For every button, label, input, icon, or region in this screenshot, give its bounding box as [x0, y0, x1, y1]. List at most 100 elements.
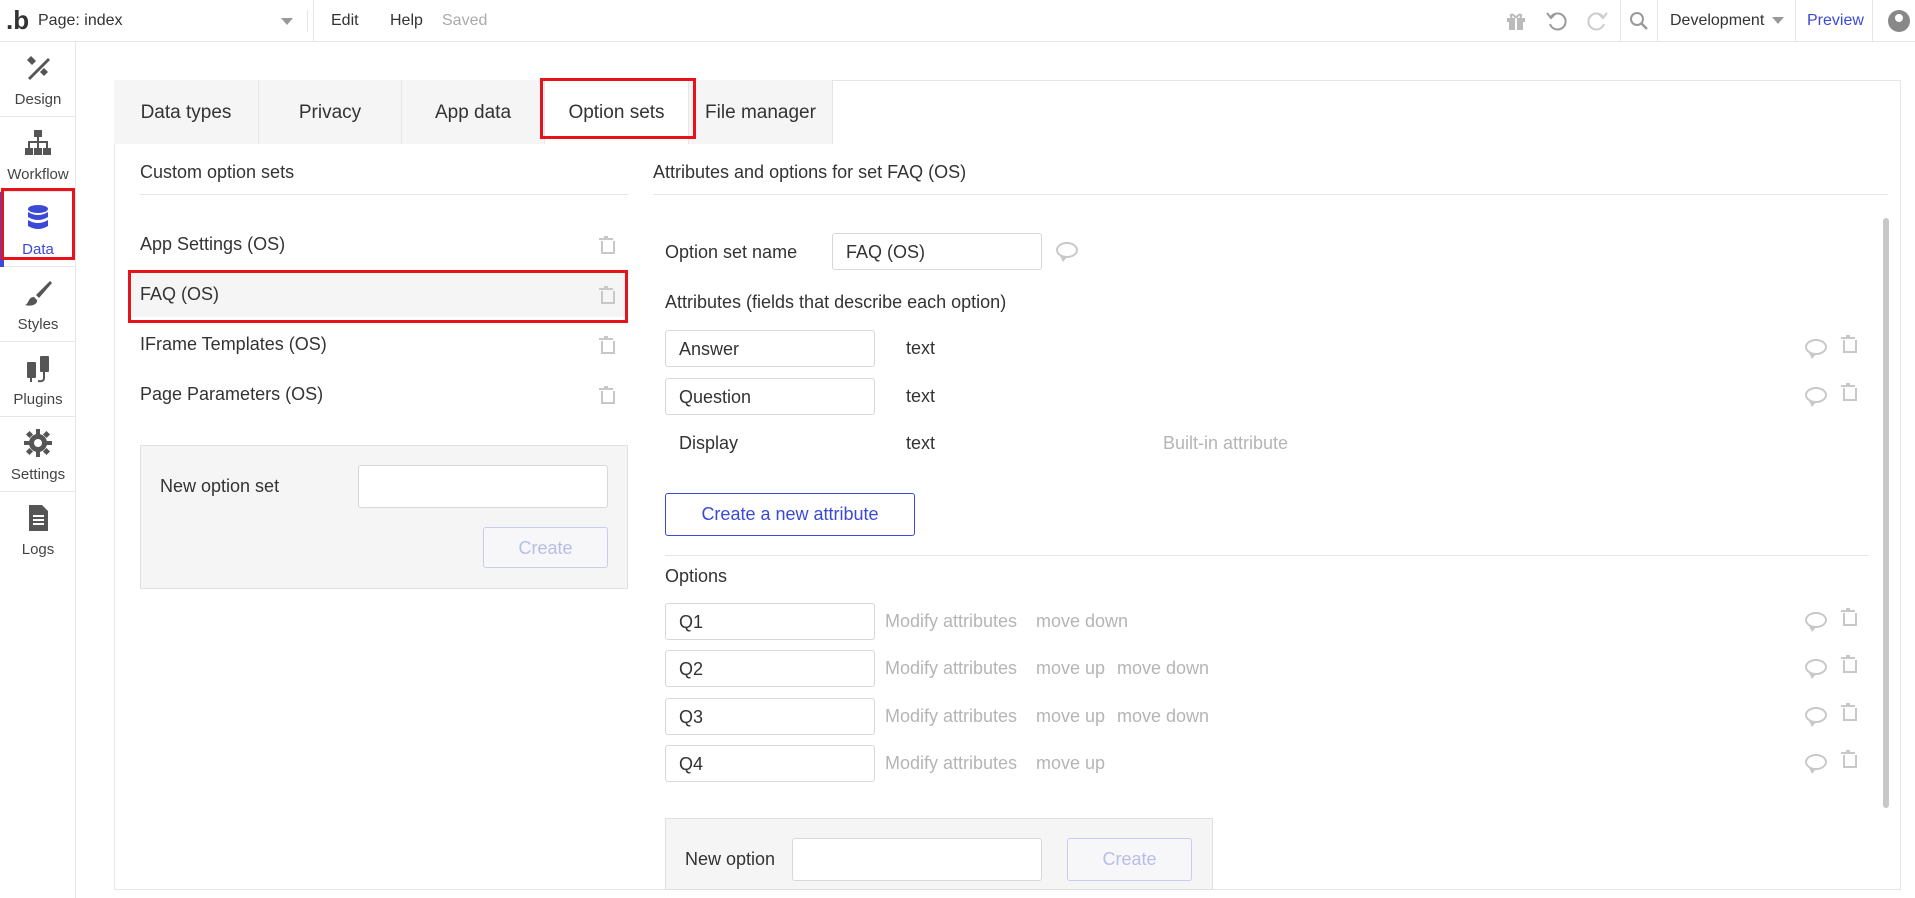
modify-attributes-link[interactable]: Modify attributes: [885, 658, 1017, 679]
option-set-item[interactable]: Page Parameters (OS): [132, 371, 626, 417]
comment-icon[interactable]: [1805, 612, 1827, 632]
trash-icon[interactable]: [1841, 335, 1857, 353]
search-icon[interactable]: [1627, 9, 1651, 33]
gift-icon[interactable]: [1504, 9, 1528, 33]
modify-attributes-link[interactable]: Modify attributes: [885, 753, 1017, 774]
create-attribute-button[interactable]: Create a new attribute: [665, 493, 915, 536]
brush-icon: [22, 277, 54, 309]
trash-icon[interactable]: [599, 386, 615, 404]
trash-icon[interactable]: [1841, 383, 1857, 401]
attribute-type: text: [906, 433, 936, 453]
divider: [140, 194, 628, 195]
new-option-set-label: New option set: [160, 476, 280, 496]
option-name-input[interactable]: Q4: [665, 745, 875, 782]
page-selector[interactable]: Page: index: [38, 10, 308, 32]
left-sidebar: Design Workflow Data Styles Plugins Sett…: [0, 42, 76, 898]
sidebar-item-workflow[interactable]: Workflow: [0, 117, 76, 192]
user-avatar-icon[interactable]: [1888, 10, 1910, 32]
divider: [665, 555, 1868, 556]
trash-icon[interactable]: [599, 236, 615, 254]
create-option-set-button[interactable]: Create: [483, 527, 608, 568]
move-up-link[interactable]: move up: [1036, 706, 1105, 727]
option-set-name-input[interactable]: FAQ (OS): [832, 233, 1042, 270]
comment-icon[interactable]: [1805, 339, 1827, 359]
attributes-title: Attributes and options for set FAQ (OS): [653, 162, 967, 182]
move-down-link[interactable]: move down: [1117, 658, 1209, 679]
move-up-link[interactable]: move up: [1036, 658, 1105, 679]
plug-icon: [22, 352, 54, 384]
environment-selector[interactable]: Development: [1670, 10, 1785, 32]
divider: [1657, 0, 1658, 42]
trash-icon[interactable]: [599, 336, 615, 354]
menu-edit[interactable]: Edit: [331, 10, 359, 32]
save-status: Saved: [442, 12, 488, 29]
comment-icon[interactable]: [1805, 754, 1827, 774]
attribute-name-input[interactable]: Answer: [665, 330, 875, 367]
tab-file-manager[interactable]: File manager: [689, 80, 833, 144]
attribute-name-static: Display: [679, 433, 739, 453]
attribute-type: text: [906, 386, 936, 406]
comment-icon[interactable]: [1056, 242, 1078, 262]
trash-icon[interactable]: [1841, 608, 1857, 626]
move-down-link[interactable]: move down: [1036, 611, 1128, 632]
document-icon: [22, 502, 54, 534]
sidebar-item-label: Logs: [21, 541, 55, 558]
option-set-name-label: Option set name: [665, 242, 798, 262]
tab-option-sets[interactable]: Option sets: [545, 80, 689, 144]
tab-data-types[interactable]: Data types: [114, 80, 259, 144]
sidebar-item-label: Design: [14, 91, 62, 108]
move-down-link[interactable]: move down: [1117, 706, 1209, 727]
modify-attributes-link[interactable]: Modify attributes: [885, 611, 1017, 632]
option-set-label: App Settings (OS): [140, 234, 286, 254]
bubble-logo[interactable]: .b: [6, 6, 29, 34]
option-name-input[interactable]: Q1: [665, 603, 875, 640]
trash-icon[interactable]: [599, 286, 615, 304]
redo-icon[interactable]: [1585, 9, 1609, 33]
comment-icon[interactable]: [1805, 387, 1827, 407]
comment-icon[interactable]: [1805, 707, 1827, 727]
chevron-down-icon: [1772, 17, 1785, 25]
new-option-set-input[interactable]: [358, 465, 608, 508]
environment-label: Development: [1670, 12, 1765, 29]
attribute-name-input[interactable]: Question: [665, 378, 875, 415]
sidebar-item-label: Plugins: [13, 391, 63, 408]
sidebar-item-label: Styles: [17, 316, 59, 333]
gear-icon: [22, 427, 54, 459]
comment-icon[interactable]: [1805, 659, 1827, 679]
option-set-item[interactable]: App Settings (OS): [132, 221, 626, 267]
new-option-input[interactable]: [792, 838, 1042, 881]
sidebar-item-settings[interactable]: Settings: [0, 417, 76, 492]
sidebar-item-plugins[interactable]: Plugins: [0, 342, 76, 417]
modify-attributes-link[interactable]: Modify attributes: [885, 706, 1017, 727]
page-selector-label: Page: index: [38, 12, 123, 29]
sidebar-item-data[interactable]: Data: [0, 192, 76, 267]
sidebar-item-styles[interactable]: Styles: [0, 267, 76, 342]
new-option-label: New option: [685, 849, 776, 869]
top-bar: .b Page: index Edit Help Saved Developme…: [0, 0, 1915, 42]
trash-icon[interactable]: [1841, 703, 1857, 721]
menu-help[interactable]: Help: [390, 10, 423, 32]
sidebar-item-logs[interactable]: Logs: [0, 492, 76, 567]
sidebar-item-design[interactable]: Design: [0, 42, 76, 117]
design-icon: [22, 52, 54, 84]
option-set-item-selected[interactable]: FAQ (OS): [132, 271, 626, 317]
option-name-input[interactable]: Q2: [665, 650, 875, 687]
option-set-item[interactable]: IFrame Templates (OS): [132, 321, 626, 367]
chevron-down-icon: [281, 18, 293, 25]
attributes-section-label: Attributes (fields that describe each op…: [665, 292, 1007, 312]
create-option-button[interactable]: Create: [1067, 838, 1192, 881]
custom-option-sets-title: Custom option sets: [140, 162, 295, 182]
sidebar-item-label: Workflow: [7, 166, 69, 183]
tab-app-data[interactable]: App data: [402, 80, 545, 144]
trash-icon[interactable]: [1841, 655, 1857, 673]
divider: [653, 194, 1888, 195]
undo-icon[interactable]: [1545, 9, 1569, 33]
trash-icon[interactable]: [1841, 750, 1857, 768]
option-set-label: FAQ (OS): [140, 284, 220, 304]
scrollbar[interactable]: [1883, 218, 1889, 808]
options-section-label: Options: [665, 566, 728, 586]
move-up-link[interactable]: move up: [1036, 753, 1105, 774]
option-name-input[interactable]: Q3: [665, 698, 875, 735]
preview-link[interactable]: Preview: [1807, 10, 1864, 32]
tab-privacy[interactable]: Privacy: [259, 80, 402, 144]
